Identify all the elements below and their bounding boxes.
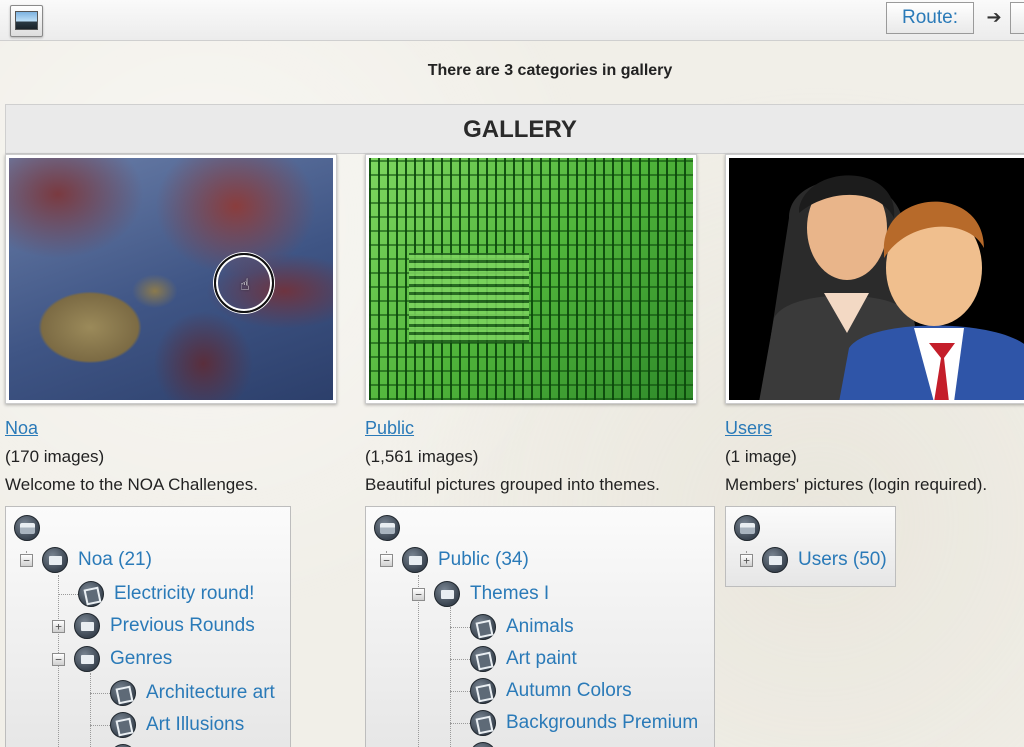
category-description: Beautiful pictures grouped into themes.	[365, 475, 660, 494]
gallery-root-icon	[734, 515, 760, 541]
tree-node-art-paint[interactable]: Art paint	[470, 644, 577, 674]
gallery-root-icon	[14, 515, 40, 541]
tree-node-backgrounds-premium[interactable]: Backgrounds Premium	[470, 708, 698, 738]
tree-node-noa[interactable]: − Noa (21)	[20, 545, 152, 575]
tree-root[interactable]	[14, 513, 40, 543]
top-toolbar: Route: ➔	[0, 0, 1024, 41]
gallery-title: GALLERY	[5, 104, 1024, 154]
tree-root[interactable]	[734, 513, 760, 543]
gallery-root-icon	[374, 515, 400, 541]
collapse-icon[interactable]: −	[52, 652, 65, 666]
category-count: (1 image)	[725, 447, 797, 466]
category-link-users[interactable]: Users	[725, 418, 1024, 439]
tree-node-previous-rounds[interactable]: + Previous Rounds	[52, 611, 255, 641]
tree-node-label[interactable]: Users (50)	[798, 549, 887, 571]
folder-icon	[402, 547, 428, 573]
categories-summary: There are 3 categories in gallery	[427, 62, 673, 79]
tree-node-label[interactable]: Public (34)	[438, 549, 529, 571]
expand-icon[interactable]: +	[52, 619, 65, 633]
tree-node-label[interactable]: Architecture art	[146, 682, 275, 704]
category-tree-noa: − Noa (21) Electricity round! + Previous…	[5, 506, 291, 747]
collapse-icon[interactable]: −	[380, 553, 393, 567]
album-icon	[470, 742, 496, 747]
hand-cursor-icon: ☝	[240, 277, 250, 294]
cursor-highlight: ☝	[214, 253, 274, 313]
route-button[interactable]: Route:	[886, 2, 974, 34]
tree-node-genres[interactable]: − Genres	[52, 644, 172, 674]
category-description: Members' pictures (login required).	[725, 475, 988, 494]
category-description: Welcome to the NOA Challenges.	[5, 475, 258, 494]
category-noa: ☝ Noa (170 images) Welcome to the NOA Ch…	[5, 154, 345, 495]
tree-node-label[interactable]: Autumn Colors	[506, 680, 632, 702]
gallery-home-button[interactable]	[10, 5, 43, 37]
category-public: Public (1,561 images) Beautiful pictures…	[365, 154, 705, 495]
tree-node-label[interactable]: Genres	[110, 648, 172, 670]
tree-node-electricity-round[interactable]: Electricity round!	[78, 579, 254, 609]
tree-node-animals[interactable]: Animals	[470, 612, 574, 642]
tree-node-themes-i[interactable]: − Themes I	[412, 579, 549, 609]
folder-icon	[74, 613, 100, 639]
collapse-icon[interactable]: −	[412, 587, 425, 601]
category-count: (170 images)	[5, 447, 105, 466]
folder-icon	[42, 547, 68, 573]
category-thumbnail-noa[interactable]: ☝	[5, 154, 337, 404]
tree-node-label[interactable]: Art paint	[506, 648, 577, 670]
category-link-public[interactable]: Public	[365, 418, 705, 439]
landscape-icon	[15, 11, 38, 30]
category-count: (1,561 images)	[365, 447, 479, 466]
tree-node-autumn-colors[interactable]: Autumn Colors	[470, 676, 632, 706]
category-link-noa[interactable]: Noa	[5, 418, 345, 439]
tree-node-label[interactable]: Backgrounds Premium	[506, 712, 698, 734]
album-icon	[110, 680, 136, 706]
circuit-board-image	[369, 158, 693, 400]
tree-node-users[interactable]: + Users (50)	[740, 545, 887, 575]
category-tree-public: − Public (34) − Themes I Animals Art pai…	[365, 506, 715, 747]
tree-node-art-illusions[interactable]: Art Illusions	[110, 710, 244, 740]
category-tree-users: + Users (50)	[725, 506, 896, 587]
tree-node-label[interactable]: Themes I	[470, 583, 549, 605]
tree-node-architecture-art[interactable]: Architecture art	[110, 678, 275, 708]
category-thumbnail-public[interactable]	[365, 154, 697, 404]
tree-node-label[interactable]: Previous Rounds	[110, 615, 255, 637]
collapse-icon[interactable]: −	[20, 553, 33, 567]
album-icon	[78, 581, 104, 607]
tree-node-label[interactable]: Noa (21)	[78, 549, 152, 571]
island-aerial-image: ☝	[9, 158, 333, 400]
two-people-icon	[729, 158, 1024, 400]
album-icon	[470, 678, 496, 704]
tree-node-label[interactable]: Electricity round!	[114, 583, 254, 605]
tree-root[interactable]	[374, 513, 400, 543]
album-icon	[470, 646, 496, 672]
tree-node-label[interactable]: Animals	[506, 616, 574, 638]
users-avatar-image	[729, 158, 1024, 400]
folder-icon	[434, 581, 460, 607]
album-icon	[110, 712, 136, 738]
album-icon	[470, 614, 496, 640]
folder-icon	[762, 547, 788, 573]
category-thumbnail-users[interactable]	[725, 154, 1024, 404]
expand-icon[interactable]: +	[740, 553, 753, 567]
route-next-button[interactable]	[1010, 2, 1024, 34]
arrow-right-icon: ➔	[986, 7, 1002, 27]
album-icon	[470, 710, 496, 736]
folder-icon	[74, 646, 100, 672]
category-users: Users (1 image) Members' pictures (login…	[725, 154, 1024, 495]
tree-node-public[interactable]: − Public (34)	[380, 545, 529, 575]
tree-node-label[interactable]: Art Illusions	[146, 714, 244, 736]
